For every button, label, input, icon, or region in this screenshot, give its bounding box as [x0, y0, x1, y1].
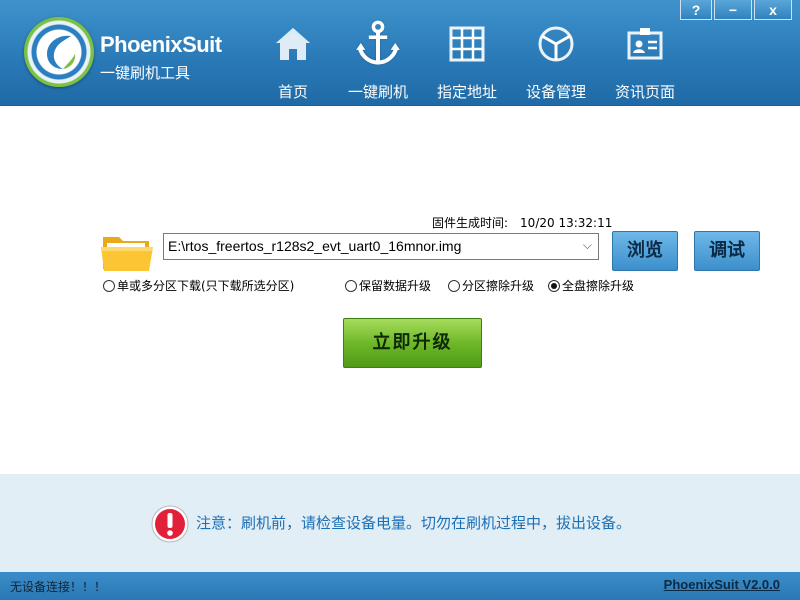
grid-icon: [449, 26, 485, 62]
option-partition-erase[interactable]: 分区擦除升级: [448, 277, 534, 294]
flash-panel: 固件生成时间: 10/20 13:32:11 E:\rtos_freertos_r…: [0, 107, 800, 474]
nav-news-page[interactable]: 资讯页面: [600, 14, 690, 104]
radio-dot: [448, 279, 460, 292]
nav-device-management[interactable]: 设备管理: [511, 14, 601, 104]
image-path-select[interactable]: E:\rtos_freertos_r128s2_evt_uart0_16mnor…: [163, 233, 599, 260]
option-keep-data[interactable]: 保留数据升级: [345, 277, 431, 294]
app-subtitle: 一键刷机工具: [100, 64, 191, 82]
firmware-time-value: 10/20 13:32:11: [520, 216, 613, 230]
id-card-icon: [627, 28, 663, 60]
nav-specified-address-label: 指定地址: [436, 83, 497, 101]
device-status: 无设备连接！！！: [10, 580, 107, 594]
nav-specified-address[interactable]: 指定地址: [422, 14, 512, 104]
nav-device-management-label: 设备管理: [525, 83, 586, 101]
app-header: PhoenixSuit 一键刷机工具 首页 一键刷机 指定地址 设备管理 资讯页…: [0, 0, 800, 106]
image-path-value: E:\rtos_freertos_r128s2_evt_uart0_16mnor…: [168, 238, 462, 254]
firmware-time: 固件生成时间: 10/20 13:32:11: [432, 214, 612, 231]
warning-icon: [151, 505, 189, 543]
upgrade-now-button[interactable]: 立即升级: [343, 318, 482, 368]
status-bar: 无设备连接！！！ PhoenixSuit V2.0.0: [0, 572, 800, 600]
folder-icon[interactable]: [101, 231, 153, 273]
nav-one-click-flash[interactable]: 一键刷机: [333, 14, 423, 104]
radio-dot: [103, 279, 115, 292]
nav-home[interactable]: 首页: [248, 14, 338, 104]
browse-button[interactable]: 浏览: [612, 231, 678, 271]
option-full-erase[interactable]: 全盘擦除升级: [548, 277, 634, 294]
home-icon: [276, 28, 310, 60]
device-cube-icon: [538, 26, 574, 62]
option-keep-data-label: 保留数据升级: [359, 279, 432, 293]
app-name: PhoenixSuit: [100, 32, 222, 57]
phoenixsuit-logo-icon: [24, 17, 94, 87]
firmware-time-label: 固件生成时间:: [432, 216, 509, 230]
chevron-down-icon: ⌵: [582, 238, 592, 252]
nav-home-label: 首页: [277, 83, 308, 101]
version-link[interactable]: PhoenixSuit V2.0.0: [664, 577, 780, 592]
option-partition-download[interactable]: 单或多分区下载(只下载所选分区): [103, 277, 294, 294]
nav-news-page-label: 资讯页面: [614, 83, 675, 101]
anchor-icon: [356, 20, 400, 65]
minimize-button[interactable]: −: [714, 0, 752, 20]
option-partition-erase-label: 分区擦除升级: [462, 279, 535, 293]
option-full-erase-label: 全盘擦除升级: [562, 279, 635, 293]
debug-button[interactable]: 调试: [694, 231, 760, 271]
window-controls: ? − x: [678, 0, 792, 22]
option-partition-download-label: 单或多分区下载(只下载所选分区): [117, 279, 295, 293]
radio-dot: [345, 279, 357, 292]
help-button[interactable]: ?: [680, 0, 712, 20]
close-button[interactable]: x: [754, 0, 792, 20]
notice-panel: 注意：刷机前，请检查设备电量。切勿在刷机过程中，拔出设备。: [0, 474, 800, 572]
radio-dot-selected: [548, 279, 560, 292]
notice-text: 注意：刷机前，请检查设备电量。切勿在刷机过程中，拔出设备。: [196, 514, 632, 532]
nav-one-click-flash-label: 一键刷机: [347, 83, 408, 101]
